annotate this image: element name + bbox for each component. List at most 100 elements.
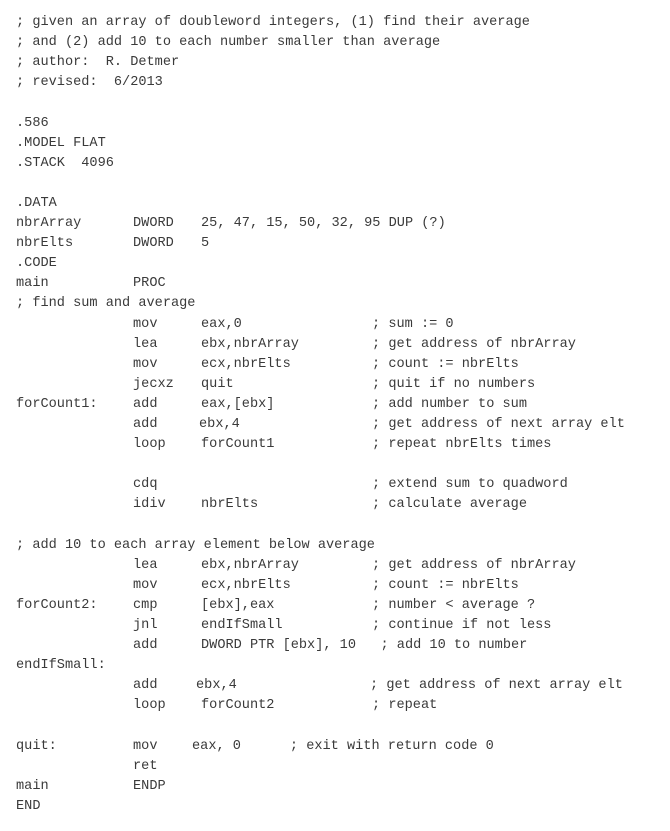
code-line: add DWORD PTR [ebx], 10 ; add 10 to numbe… <box>0 636 670 656</box>
code-text: ; find sum and average <box>16 296 196 312</box>
code-label: nbrElts <box>16 236 74 252</box>
code-comment: ; continue if not less <box>372 618 552 633</box>
code-comment: ; quit if no numbers <box>372 376 536 392</box>
code-opcode: mov <box>133 577 158 593</box>
code-comment: ; get address of nbrArray <box>372 336 576 352</box>
code-text: .STACK 4096 <box>16 155 114 171</box>
code-line: endIfSmall: <box>0 656 670 676</box>
code-text: ; author: R. Detmer <box>16 55 180 71</box>
code-comment: ; calculate average <box>372 497 527 513</box>
code-label: endIfSmall: <box>16 658 106 674</box>
code-line: add ebx,4 ; get address of next array elt <box>0 676 670 696</box>
code-opcode: add <box>133 638 158 654</box>
code-operand: DWORD PTR [ebx], 10 ; add 10 to number <box>201 638 528 654</box>
code-opcode: mov <box>133 356 158 372</box>
code-text: .DATA <box>16 195 57 211</box>
code-line: loop forCount1 ; repeat nbrElts times <box>0 435 670 455</box>
code-line: ; revised: 6/2013 <box>0 73 670 93</box>
code-line: lea ebx,nbrArray ; get address of nbrArray <box>0 556 670 576</box>
code-opcode: cmp <box>133 597 158 613</box>
code-line: loop forCount2 ; repeat <box>0 696 670 716</box>
code-line: forCount2: cmp [ebx],eax ; number < average… <box>0 596 670 616</box>
code-label: nbrArray <box>16 216 82 231</box>
code-operand: forCount2 <box>201 698 275 714</box>
code-text: ; revised: 6/2013 <box>16 75 163 91</box>
code-operand: ecx,nbrElts <box>201 356 291 372</box>
code-operand: nbrElts <box>201 497 259 513</box>
code-line: mov eax,0 ; sum := 0 <box>0 315 670 335</box>
code-operand: endIfSmall <box>201 618 283 633</box>
code-comment: ; repeat <box>372 698 438 714</box>
code-operand: ebx,nbrArray <box>201 336 299 352</box>
code-opcode: jecxz <box>133 376 174 392</box>
code-text: ; given an array of doubleword integers,… <box>16 15 530 30</box>
code-text: .MODEL FLAT <box>16 135 106 151</box>
code-comment: ; sum := 0 <box>372 316 454 332</box>
code-label: main <box>16 276 49 292</box>
code-opcode: cdq <box>133 477 158 493</box>
code-opcode: ret <box>133 758 158 774</box>
code-line: jnl endIfSmall ; continue if not less <box>0 616 670 636</box>
code-comment: ; add number to sum <box>372 396 527 412</box>
code-comment: ; count := nbrElts <box>372 356 519 372</box>
code-operand: quit <box>201 376 234 392</box>
code-opcode: idiv <box>133 497 166 513</box>
code-opcode: add <box>133 396 158 412</box>
code-opcode: lea <box>133 336 158 352</box>
code-text: .CODE <box>16 256 57 272</box>
code-text: END <box>16 798 41 814</box>
code-operand: forCount1 <box>201 437 275 453</box>
code-line: END <box>0 797 670 817</box>
code-operand: ecx,nbrElts <box>201 577 291 593</box>
code-line: quit: mov eax, 0 ; exit with return code 0 <box>0 737 670 757</box>
code-line: mov ecx,nbrElts ; count := nbrElts <box>0 576 670 596</box>
code-comment: ; count := nbrElts <box>372 577 519 593</box>
code-label: quit: <box>16 738 57 754</box>
code-text: .586 <box>16 115 49 131</box>
code-operand: 5 <box>201 236 210 252</box>
code-comment: ; number < average ? <box>372 597 536 613</box>
code-text: ; add 10 to each array element below ave… <box>16 537 375 553</box>
code-opcode: add <box>133 417 158 432</box>
code-opcode: DWORD <box>133 216 174 231</box>
code-comment: ; get address of nbrArray <box>372 557 576 573</box>
code-operand: eax, 0 ; exit with return code 0 <box>192 738 494 754</box>
code-label: main <box>16 778 49 794</box>
code-line: .MODEL FLAT <box>0 134 670 154</box>
code-line: add ebx,4 ; get address of next array elt <box>0 415 670 435</box>
code-operand: [ebx],eax <box>201 597 275 613</box>
code-line: ; and (2) add 10 to each number smaller … <box>0 33 670 53</box>
code-line: lea ebx,nbrArray ; get address of nbrArray <box>0 335 670 355</box>
code-text: ; and (2) add 10 to each number smaller … <box>16 35 441 51</box>
code-line: ; given an array of doubleword integers,… <box>0 13 670 33</box>
code-operand: ebx,nbrArray <box>201 557 299 573</box>
code-comment: ; extend sum to quadword <box>372 477 568 493</box>
code-opcode: jnl <box>133 618 158 633</box>
code-line: .CODE <box>0 254 670 274</box>
code-operand: eax,0 <box>201 316 242 332</box>
code-line: nbrArray DWORD 25, 47, 15, 50, 32, 95 DUP … <box>0 214 670 234</box>
code-line: .586 <box>0 114 670 134</box>
code-line: ; author: R. Detmer <box>0 53 670 73</box>
code-line: ; add 10 to each array element below ave… <box>0 536 670 556</box>
code-line: main PROC <box>0 274 670 294</box>
assembly-code-listing: ; given an array of doubleword integers,… <box>0 0 670 831</box>
code-line: ; find sum and average <box>0 294 670 314</box>
code-comment: ; get address of next array elt <box>372 417 625 432</box>
code-opcode: add <box>133 678 158 694</box>
code-label: forCount2: <box>16 597 98 613</box>
code-line: idiv nbrElts ; calculate average <box>0 495 670 515</box>
code-label: forCount1: <box>16 396 98 412</box>
code-opcode: PROC <box>133 276 166 292</box>
code-operand: eax,[ebx] <box>201 396 275 412</box>
code-operand: ebx,4 <box>196 678 237 694</box>
code-line: cdq ; extend sum to quadword <box>0 475 670 495</box>
code-opcode: mov <box>133 316 158 332</box>
code-line: jecxz quit ; quit if no numbers <box>0 375 670 395</box>
code-line: nbrElts DWORD 5 <box>0 234 670 254</box>
code-opcode: loop <box>133 698 166 714</box>
